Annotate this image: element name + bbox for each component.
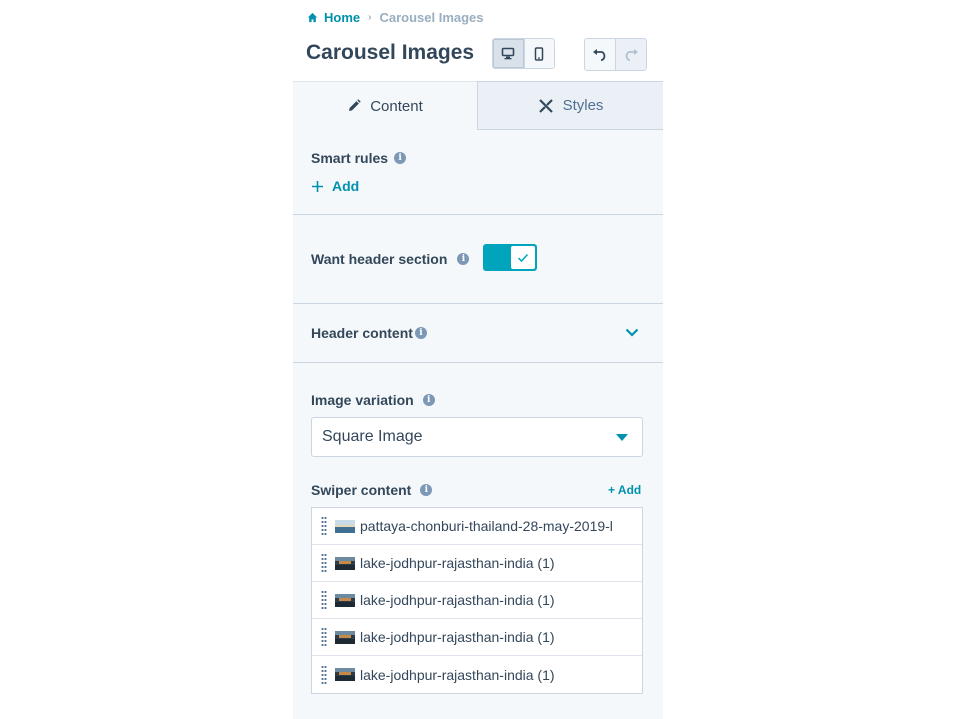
section-divider	[293, 303, 663, 304]
list-item[interactable]: lake-jodhpur-rajasthan-india (1)	[312, 545, 642, 582]
image-thumbnail	[335, 519, 355, 533]
list-item-label: lake-jodhpur-rajasthan-india (1)	[360, 592, 555, 608]
plus-icon	[312, 180, 323, 192]
image-variation-text: Image variation	[311, 392, 414, 408]
panel-tabs: Content Styles	[293, 81, 663, 130]
breadcrumb-current: Carousel Images	[379, 9, 484, 25]
image-variation-label: Image variation i	[311, 392, 435, 408]
chevron-down-icon[interactable]	[625, 328, 639, 337]
desktop-icon	[501, 47, 515, 60]
list-item[interactable]: lake-jodhpur-rajasthan-india (1)	[312, 582, 642, 619]
drag-handle-icon[interactable]	[321, 627, 327, 647]
list-item-label: lake-jodhpur-rajasthan-india (1)	[360, 555, 555, 571]
tab-styles[interactable]: Styles	[477, 81, 663, 130]
smart-rules-add-button[interactable]: Add	[311, 178, 359, 194]
pencil-icon	[349, 99, 361, 111]
info-icon[interactable]: i	[422, 394, 435, 406]
image-thumbnail	[335, 593, 355, 607]
drag-handle-icon[interactable]	[321, 664, 327, 685]
list-item[interactable]: lake-jodhpur-rajasthan-india (1)	[312, 656, 642, 693]
image-thumbnail	[335, 556, 355, 570]
list-item-label: lake-jodhpur-rajasthan-india (1)	[360, 666, 555, 683]
drag-handle-icon[interactable]	[321, 590, 327, 610]
smart-rules-label: Smart rules i	[311, 150, 407, 166]
info-icon[interactable]: i	[394, 152, 407, 164]
info-icon[interactable]: i	[457, 253, 470, 265]
smart-rules-text: Smart rules	[311, 150, 389, 166]
breadcrumb-home-link[interactable]: Home	[324, 10, 360, 25]
styles-brush-icon	[538, 98, 553, 113]
mobile-icon	[535, 46, 544, 61]
header-content-label[interactable]: Header content i	[311, 325, 427, 341]
redo-icon	[625, 48, 638, 61]
page-title: Carousel Images	[306, 41, 475, 64]
section-divider	[293, 362, 663, 363]
header-section-text: Want header section	[311, 251, 448, 267]
home-icon	[307, 12, 318, 22]
header-section-toggle[interactable]	[483, 244, 537, 271]
tab-styles-label: Styles	[562, 97, 604, 114]
tab-content[interactable]: Content	[293, 81, 477, 130]
redo-button[interactable]	[615, 39, 646, 70]
undo-icon	[593, 48, 606, 61]
history-button-group	[584, 38, 647, 71]
list-item[interactable]: pattaya-chonburi-thailand-28-may-2019-l	[312, 508, 642, 545]
breadcrumb: Home › Carousel Images	[307, 9, 484, 25]
swiper-content-text: Swiper content	[311, 482, 412, 498]
device-toggle-group	[492, 38, 555, 69]
drag-handle-icon[interactable]	[321, 553, 327, 573]
swiper-content-label: Swiper content i	[311, 482, 433, 498]
list-item-label: lake-jodhpur-rajasthan-india (1)	[360, 629, 555, 645]
info-icon[interactable]: i	[414, 327, 427, 339]
header-section-label: Want header section i	[311, 251, 470, 267]
image-thumbnail	[335, 668, 355, 681]
image-variation-select[interactable]: Square Image	[311, 417, 643, 457]
smart-rules-add-label: Add	[332, 178, 360, 194]
undo-button[interactable]	[585, 39, 615, 70]
swiper-add-label: + Add	[608, 483, 642, 497]
header-content-text: Header content	[311, 325, 413, 341]
toggle-knob	[510, 245, 536, 270]
image-variation-value: Square Image	[322, 428, 423, 445]
mobile-view-button[interactable]	[523, 39, 554, 68]
swiper-list: pattaya-chonburi-thailand-28-may-2019-l …	[311, 507, 643, 694]
breadcrumb-separator: ›	[368, 11, 372, 23]
caret-down-icon	[616, 433, 628, 441]
drag-handle-icon[interactable]	[321, 516, 327, 536]
list-item-label: pattaya-chonburi-thailand-28-may-2019-l	[360, 518, 613, 534]
list-item[interactable]: lake-jodhpur-rajasthan-india (1)	[312, 619, 642, 656]
swiper-add-button[interactable]: + Add	[608, 483, 641, 497]
section-divider	[293, 214, 663, 215]
desktop-view-button[interactable]	[493, 39, 524, 68]
info-icon[interactable]: i	[420, 484, 433, 496]
check-icon	[517, 253, 529, 262]
tab-content-label: Content	[370, 97, 423, 115]
image-thumbnail	[335, 630, 355, 644]
